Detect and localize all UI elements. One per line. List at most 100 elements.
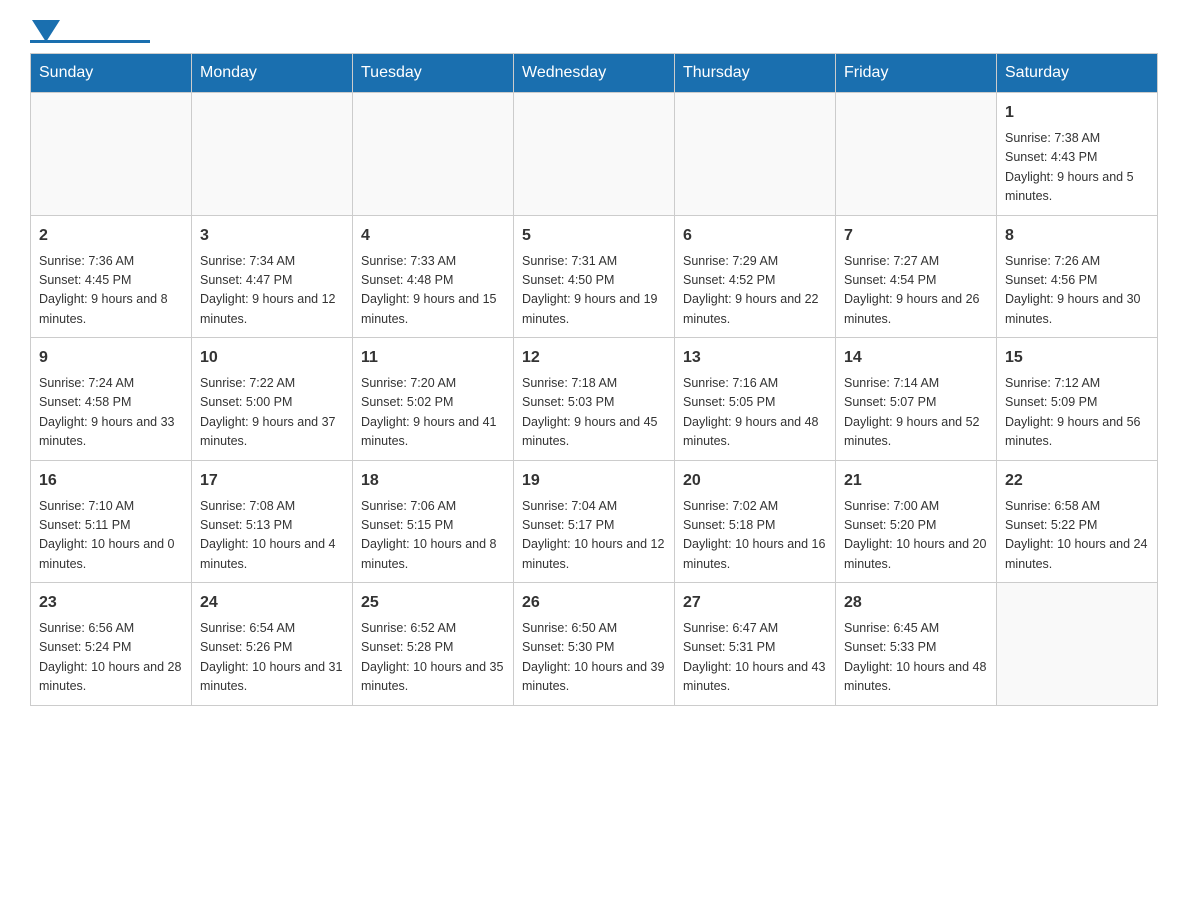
sun-info: Sunrise: 7:22 AMSunset: 5:00 PMDaylight:… bbox=[200, 374, 344, 452]
sun-info: Sunrise: 6:45 AMSunset: 5:33 PMDaylight:… bbox=[844, 619, 988, 697]
logo bbox=[30, 20, 150, 43]
day-number: 13 bbox=[683, 346, 827, 370]
sun-info: Sunrise: 7:04 AMSunset: 5:17 PMDaylight:… bbox=[522, 497, 666, 575]
calendar-cell: 1 Sunrise: 7:38 AMSunset: 4:43 PMDaylight… bbox=[997, 93, 1158, 216]
sun-info: Sunrise: 6:54 AMSunset: 5:26 PMDaylight:… bbox=[200, 619, 344, 697]
sun-info: Sunrise: 7:12 AMSunset: 5:09 PMDaylight:… bbox=[1005, 374, 1149, 452]
sun-info: Sunrise: 7:24 AMSunset: 4:58 PMDaylight:… bbox=[39, 374, 183, 452]
calendar-cell: 5Sunrise: 7:31 AMSunset: 4:50 PMDaylight… bbox=[514, 215, 675, 338]
calendar-cell: 14 Sunrise: 7:14 AMSunset: 5:07 PMDayligh… bbox=[836, 338, 997, 461]
sun-info: Sunrise: 7:33 AMSunset: 4:48 PMDaylight:… bbox=[361, 252, 505, 330]
calendar-cell: 3 Sunrise: 7:34 AMSunset: 4:47 PMDaylight… bbox=[192, 215, 353, 338]
calendar-cell: 7 Sunrise: 7:27 AMSunset: 4:54 PMDaylight… bbox=[836, 215, 997, 338]
sun-info: Sunrise: 7:27 AMSunset: 4:54 PMDaylight:… bbox=[844, 252, 988, 330]
day-number: 24 bbox=[200, 591, 344, 615]
sun-info: Sunrise: 7:02 AMSunset: 5:18 PMDaylight:… bbox=[683, 497, 827, 575]
calendar-cell: 11 Sunrise: 7:20 AMSunset: 5:02 PMDayligh… bbox=[353, 338, 514, 461]
day-number: 11 bbox=[361, 346, 505, 370]
calendar-cell: 6 Sunrise: 7:29 AMSunset: 4:52 PMDaylight… bbox=[675, 215, 836, 338]
weekday-header-friday: Friday bbox=[836, 54, 997, 93]
calendar-cell: 13 Sunrise: 7:16 AMSunset: 5:05 PMDayligh… bbox=[675, 338, 836, 461]
calendar-week-2: 2 Sunrise: 7:36 AMSunset: 4:45 PMDaylight… bbox=[31, 215, 1158, 338]
calendar-cell: 23 Sunrise: 6:56 AMSunset: 5:24 PMDayligh… bbox=[31, 583, 192, 706]
calendar-cell: 25 Sunrise: 6:52 AMSunset: 5:28 PMDayligh… bbox=[353, 583, 514, 706]
calendar-cell: 15 Sunrise: 7:12 AMSunset: 5:09 PMDayligh… bbox=[997, 338, 1158, 461]
sun-info: Sunrise: 7:36 AMSunset: 4:45 PMDaylight:… bbox=[39, 252, 183, 330]
sun-info: Sunrise: 7:06 AMSunset: 5:15 PMDaylight:… bbox=[361, 497, 505, 575]
calendar-cell: 10 Sunrise: 7:22 AMSunset: 5:00 PMDayligh… bbox=[192, 338, 353, 461]
sun-info: Sunrise: 7:14 AMSunset: 5:07 PMDaylight:… bbox=[844, 374, 988, 452]
day-number: 21 bbox=[844, 469, 988, 493]
sun-info: Sunrise: 6:50 AMSunset: 5:30 PMDaylight:… bbox=[522, 619, 666, 697]
sun-info: Sunrise: 6:58 AMSunset: 5:22 PMDaylight:… bbox=[1005, 497, 1149, 575]
weekday-header-sunday: Sunday bbox=[31, 54, 192, 93]
sun-info: Sunrise: 6:47 AMSunset: 5:31 PMDaylight:… bbox=[683, 619, 827, 697]
calendar-cell: 8Sunrise: 7:26 AMSunset: 4:56 PMDaylight… bbox=[997, 215, 1158, 338]
day-number: 5 bbox=[522, 224, 666, 248]
calendar-cell: 17 Sunrise: 7:08 AMSunset: 5:13 PMDayligh… bbox=[192, 460, 353, 583]
calendar-table: SundayMondayTuesdayWednesdayThursdayFrid… bbox=[30, 53, 1158, 706]
weekday-header-tuesday: Tuesday bbox=[353, 54, 514, 93]
calendar-cell bbox=[836, 93, 997, 216]
sun-info: Sunrise: 7:00 AMSunset: 5:20 PMDaylight:… bbox=[844, 497, 988, 575]
calendar-cell: 9Sunrise: 7:24 AMSunset: 4:58 PMDaylight… bbox=[31, 338, 192, 461]
calendar-cell: 4 Sunrise: 7:33 AMSunset: 4:48 PMDaylight… bbox=[353, 215, 514, 338]
calendar-cell bbox=[997, 583, 1158, 706]
day-number: 6 bbox=[683, 224, 827, 248]
day-number: 23 bbox=[39, 591, 183, 615]
sun-info: Sunrise: 6:52 AMSunset: 5:28 PMDaylight:… bbox=[361, 619, 505, 697]
sun-info: Sunrise: 7:20 AMSunset: 5:02 PMDaylight:… bbox=[361, 374, 505, 452]
sun-info: Sunrise: 7:10 AMSunset: 5:11 PMDaylight:… bbox=[39, 497, 183, 575]
calendar-week-1: 1 Sunrise: 7:38 AMSunset: 4:43 PMDaylight… bbox=[31, 93, 1158, 216]
day-number: 14 bbox=[844, 346, 988, 370]
day-number: 4 bbox=[361, 224, 505, 248]
day-number: 18 bbox=[361, 469, 505, 493]
sun-info: Sunrise: 7:29 AMSunset: 4:52 PMDaylight:… bbox=[683, 252, 827, 330]
sun-info: Sunrise: 6:56 AMSunset: 5:24 PMDaylight:… bbox=[39, 619, 183, 697]
calendar-cell: 28Sunrise: 6:45 AMSunset: 5:33 PMDayligh… bbox=[836, 583, 997, 706]
day-number: 1 bbox=[1005, 101, 1149, 125]
weekday-header-monday: Monday bbox=[192, 54, 353, 93]
page-header bbox=[30, 20, 1158, 43]
weekday-header-wednesday: Wednesday bbox=[514, 54, 675, 93]
sun-info: Sunrise: 7:38 AMSunset: 4:43 PMDaylight:… bbox=[1005, 129, 1149, 207]
day-number: 27 bbox=[683, 591, 827, 615]
calendar-cell: 20 Sunrise: 7:02 AMSunset: 5:18 PMDayligh… bbox=[675, 460, 836, 583]
calendar-cell: 21 Sunrise: 7:00 AMSunset: 5:20 PMDayligh… bbox=[836, 460, 997, 583]
calendar-cell bbox=[675, 93, 836, 216]
calendar-cell: 27 Sunrise: 6:47 AMSunset: 5:31 PMDayligh… bbox=[675, 583, 836, 706]
day-number: 25 bbox=[361, 591, 505, 615]
calendar-cell: 24 Sunrise: 6:54 AMSunset: 5:26 PMDayligh… bbox=[192, 583, 353, 706]
sun-info: Sunrise: 7:08 AMSunset: 5:13 PMDaylight:… bbox=[200, 497, 344, 575]
day-number: 2 bbox=[39, 224, 183, 248]
day-number: 8 bbox=[1005, 224, 1149, 248]
calendar-cell: 19Sunrise: 7:04 AMSunset: 5:17 PMDayligh… bbox=[514, 460, 675, 583]
calendar-cell: 12 Sunrise: 7:18 AMSunset: 5:03 PMDayligh… bbox=[514, 338, 675, 461]
calendar-cell: 26 Sunrise: 6:50 AMSunset: 5:30 PMDayligh… bbox=[514, 583, 675, 706]
logo-triangle-icon bbox=[32, 20, 60, 42]
day-number: 3 bbox=[200, 224, 344, 248]
calendar-week-3: 9Sunrise: 7:24 AMSunset: 4:58 PMDaylight… bbox=[31, 338, 1158, 461]
calendar-cell: 22 Sunrise: 6:58 AMSunset: 5:22 PMDayligh… bbox=[997, 460, 1158, 583]
weekday-header-thursday: Thursday bbox=[675, 54, 836, 93]
sun-info: Sunrise: 7:16 AMSunset: 5:05 PMDaylight:… bbox=[683, 374, 827, 452]
calendar-week-5: 23 Sunrise: 6:56 AMSunset: 5:24 PMDayligh… bbox=[31, 583, 1158, 706]
day-number: 17 bbox=[200, 469, 344, 493]
weekday-header-saturday: Saturday bbox=[997, 54, 1158, 93]
calendar-header-row: SundayMondayTuesdayWednesdayThursdayFrid… bbox=[31, 54, 1158, 93]
calendar-cell: 18 Sunrise: 7:06 AMSunset: 5:15 PMDayligh… bbox=[353, 460, 514, 583]
day-number: 15 bbox=[1005, 346, 1149, 370]
day-number: 12 bbox=[522, 346, 666, 370]
day-number: 7 bbox=[844, 224, 988, 248]
sun-info: Sunrise: 7:34 AMSunset: 4:47 PMDaylight:… bbox=[200, 252, 344, 330]
day-number: 20 bbox=[683, 469, 827, 493]
calendar-cell bbox=[514, 93, 675, 216]
calendar-cell bbox=[353, 93, 514, 216]
day-number: 26 bbox=[522, 591, 666, 615]
calendar-cell bbox=[31, 93, 192, 216]
calendar-cell: 2 Sunrise: 7:36 AMSunset: 4:45 PMDaylight… bbox=[31, 215, 192, 338]
calendar-cell bbox=[192, 93, 353, 216]
day-number: 10 bbox=[200, 346, 344, 370]
sun-info: Sunrise: 7:18 AMSunset: 5:03 PMDaylight:… bbox=[522, 374, 666, 452]
day-number: 22 bbox=[1005, 469, 1149, 493]
